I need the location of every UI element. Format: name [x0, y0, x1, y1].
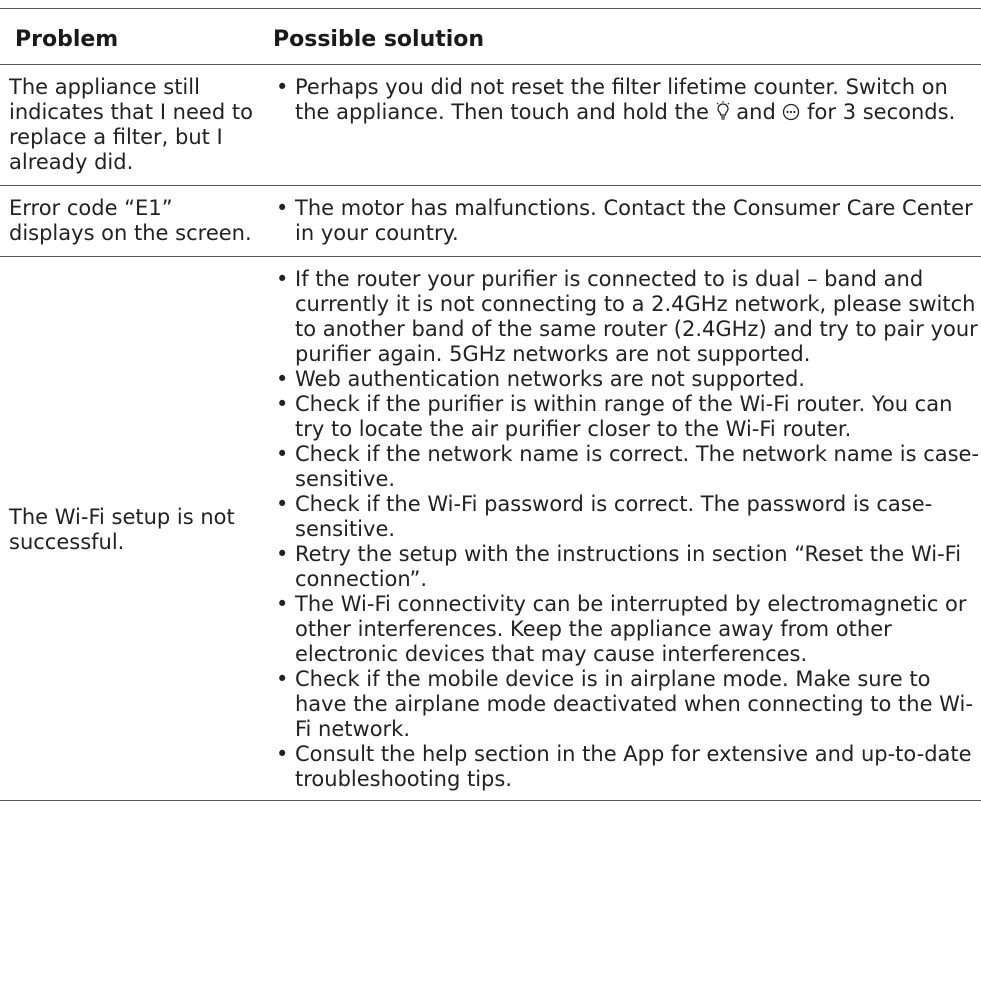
solution-item: Check if the mobile device is in airplan…: [270, 667, 981, 742]
table-row: Error code “E1” displays on the screen. …: [0, 185, 981, 257]
problem-cell: The appliance still indicates that I nee…: [0, 64, 270, 186]
solution-item: Retry the setup with the instructions in…: [270, 542, 981, 592]
solution-item: The motor has malfunctions. Contact the …: [270, 196, 981, 246]
solution-cell: If the router your purifier is connected…: [270, 256, 981, 801]
solution-column-header: Possible solution: [270, 8, 981, 65]
solution-text: and: [729, 100, 783, 124]
solution-list: Perhaps you did not reset the filter lif…: [270, 75, 981, 125]
solution-item: Consult the help section in the App for …: [270, 742, 981, 792]
light-bulb-icon: [716, 101, 730, 123]
problem-cell: The Wi-Fi setup is not successful.: [0, 256, 270, 801]
solution-item: Check if the network name is correct. Th…: [270, 442, 981, 492]
solution-item: Check if the Wi-Fi password is correct. …: [270, 492, 981, 542]
solution-item: The Wi-Fi connectivity can be interrupte…: [270, 592, 981, 667]
solution-item: Perhaps you did not reset the filter lif…: [270, 75, 981, 125]
solution-item: Check if the purifier is within range of…: [270, 392, 981, 442]
problem-cell: Error code “E1” displays on the screen.: [0, 185, 270, 257]
troubleshooting-table: Problem Possible solution The appliance …: [0, 8, 981, 801]
problem-column-header: Problem: [0, 8, 270, 65]
solution-cell: Perhaps you did not reset the filter lif…: [270, 64, 981, 186]
table-row: The Wi-Fi setup is not successful. If th…: [0, 256, 981, 801]
solution-item: If the router your purifier is connected…: [270, 267, 981, 367]
solution-text: for 3 seconds.: [800, 100, 956, 124]
manual-page: Problem Possible solution The appliance …: [0, 0, 981, 1008]
table-header-row: Problem Possible solution: [0, 8, 981, 65]
table-row: The appliance still indicates that I nee…: [0, 64, 981, 186]
solution-list: The motor has malfunctions. Contact the …: [270, 196, 981, 246]
solution-item: Web authentication networks are not supp…: [270, 367, 981, 392]
mode-icon: [782, 103, 800, 123]
solution-cell: The motor has malfunctions. Contact the …: [270, 185, 981, 257]
solution-list: If the router your purifier is connected…: [270, 267, 981, 792]
